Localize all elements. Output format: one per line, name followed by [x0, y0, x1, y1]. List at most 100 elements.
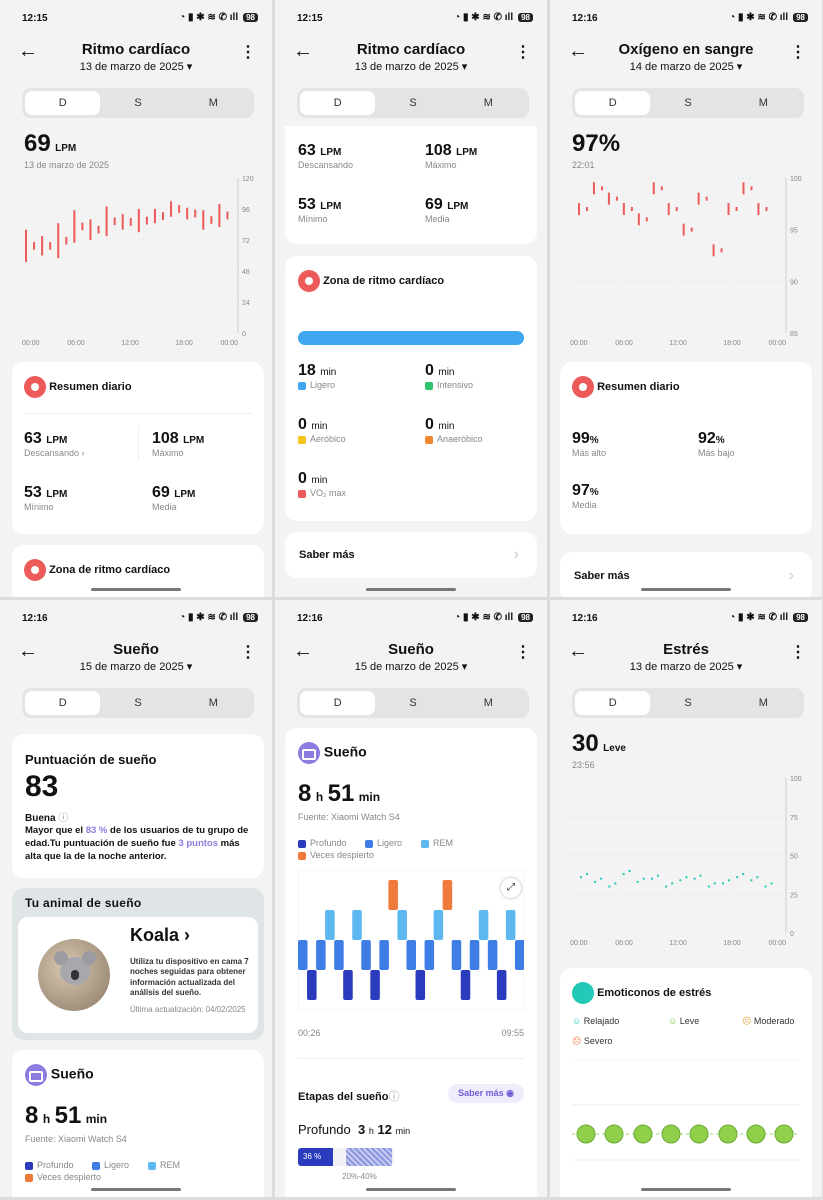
status-bar: 12:15 ◔ ▮ ✱ ≋ ✆ ıll 98: [0, 0, 272, 34]
more-menu-icon[interactable]: ⋮: [515, 642, 531, 662]
rest-label[interactable]: Descansando: [298, 160, 353, 170]
stress-point: [764, 885, 767, 888]
sleep-segment-light: [361, 940, 371, 970]
more-menu-icon[interactable]: ⋮: [515, 42, 531, 62]
tab-month[interactable]: M: [451, 691, 526, 715]
deep-percent: 36 %: [303, 1152, 322, 1161]
sleep-segment-rem: [397, 910, 407, 940]
gesture-bar: [366, 588, 456, 591]
date-selector[interactable]: 14 de marzo de 2025 ▾: [550, 60, 822, 73]
expand-icon[interactable]: ⤢: [501, 878, 521, 898]
sleep-segment-light: [316, 940, 326, 970]
tab-month[interactable]: M: [176, 91, 251, 115]
date-selector[interactable]: 13 de marzo de 2025 ▾: [275, 60, 547, 73]
minutes-unit: min: [85, 1112, 108, 1126]
aerobic-dot: [298, 435, 306, 444]
y-tick-label: 24: [242, 300, 250, 307]
info-icon[interactable]: ⓘ: [388, 1091, 399, 1103]
status-time: 12:15: [297, 13, 323, 24]
tab-week[interactable]: S: [375, 91, 450, 115]
moderate-icon: ☹: [742, 1016, 752, 1026]
stages-title: Etapas del sueño: [298, 1091, 389, 1103]
y-tick-label: 100: [790, 176, 802, 183]
high-value: 99: [572, 430, 590, 447]
zone-aerobic-label: Aeróbico: [310, 434, 346, 444]
tab-day[interactable]: D: [575, 691, 651, 715]
zone-icon: [298, 270, 320, 292]
tab-week[interactable]: S: [100, 91, 175, 115]
hours-unit: h: [315, 790, 324, 804]
max-value: 108: [152, 430, 179, 447]
spo2-bar: [667, 203, 670, 215]
hours-value: 8: [298, 780, 312, 807]
tab-day[interactable]: D: [25, 691, 101, 715]
tab-month[interactable]: M: [726, 691, 801, 715]
stress-level: Leve: [603, 743, 626, 754]
tab-day[interactable]: D: [300, 91, 376, 115]
zone-light-value: 18: [298, 362, 316, 379]
learn-more-chip[interactable]: Saber más ◉: [448, 1084, 524, 1103]
sleep-segment-light: [298, 940, 308, 970]
score-title: Puntuación de sueño: [25, 752, 157, 767]
zone-intense-label: Intensivo: [437, 380, 474, 390]
sleep-segment-light: [487, 940, 498, 970]
date-selector[interactable]: 15 de marzo de 2025 ▾: [275, 660, 547, 673]
unit-label: min: [311, 421, 328, 432]
tab-day[interactable]: D: [25, 91, 101, 115]
more-menu-icon[interactable]: ⋮: [790, 642, 806, 662]
stress-point: [770, 882, 773, 885]
wifi-icon: ◔ ▮ ✱ ≋ ✆ ıll: [179, 12, 239, 23]
eye-icon: ◉: [506, 1088, 514, 1098]
date-selector[interactable]: 13 de marzo de 2025 ▾: [550, 660, 822, 673]
tab-month[interactable]: M: [726, 91, 801, 115]
x-tick-label: 00:00: [22, 340, 40, 347]
koala-avatar: [38, 939, 110, 1011]
learn-more-button[interactable]: Saber más ›: [285, 532, 537, 578]
learn-more-label: Saber más: [458, 1088, 504, 1098]
spo2-point: [630, 207, 633, 211]
spo2-bar: [622, 203, 625, 215]
sleep-segment-awake: [388, 880, 398, 910]
spo2-bar: [652, 182, 655, 195]
rest-label[interactable]: Descansando ›: [24, 448, 85, 458]
sleep-screen-1: 12:16 ◔ ▮ ✱ ≋ ✆ ıll 98 ← Sueño 15 de marzo d…: [0, 600, 272, 1197]
date-selector[interactable]: 15 de marzo de 2025 ▾: [0, 660, 272, 673]
tab-week[interactable]: S: [650, 91, 725, 115]
sleep-title: Sueño: [323, 743, 367, 760]
x-tick-label: 00:00: [768, 940, 786, 947]
animal-name-link[interactable]: Koala ›: [130, 925, 190, 946]
tab-week[interactable]: S: [100, 691, 175, 715]
min-value: 53: [298, 196, 316, 213]
heart-rate-chart: 120 96 72 48 24 0 00:00 06:00 12:00 18:00 00:00: [22, 176, 254, 347]
more-menu-icon[interactable]: ⋮: [240, 42, 256, 62]
tab-week[interactable]: S: [375, 691, 450, 715]
avg-value: 69: [152, 484, 170, 501]
sleep-animal-card[interactable]: Tu animal de sueño Koala › Utiliza tu di…: [12, 888, 264, 1040]
vo2-dot: [298, 489, 306, 498]
date-selector[interactable]: 13 de marzo de 2025 ▾: [0, 60, 272, 73]
tab-day[interactable]: D: [575, 91, 651, 115]
sleep-card[interactable]: Sueño 8 h 51 min Fuente: Xiaomi Watch S4…: [12, 1050, 264, 1197]
x-tick-label: 18:00: [175, 340, 193, 347]
sleep-segment-awake: [442, 880, 453, 910]
info-icon[interactable]: ⓘ: [58, 813, 68, 824]
spo2-bar: [592, 182, 595, 195]
stress-point: [650, 877, 653, 880]
avg-label: Media: [425, 214, 450, 224]
tab-day[interactable]: D: [300, 691, 376, 715]
tab-month[interactable]: M: [176, 691, 251, 715]
more-menu-icon[interactable]: ⋮: [790, 42, 806, 62]
spo2-point: [765, 207, 768, 211]
hr-unit: LPM: [55, 143, 77, 154]
mild-icon: ☺: [668, 1016, 678, 1026]
tab-month[interactable]: M: [451, 91, 526, 115]
spo2-bar: [757, 203, 760, 215]
tab-week[interactable]: S: [650, 691, 725, 715]
hr-tick: [178, 205, 181, 213]
stress-point: [736, 876, 739, 879]
status-bar: 12:16 ◔ ▮ ✱ ≋ ✆ ıll 98: [550, 0, 822, 34]
more-menu-icon[interactable]: ⋮: [240, 642, 256, 662]
status-bar: 12:15 ◔ ▮ ✱ ≋ ✆ ıll 98: [275, 0, 547, 34]
spo2-bar: [742, 182, 745, 195]
date-label: 13 de marzo de 2025: [79, 61, 184, 73]
